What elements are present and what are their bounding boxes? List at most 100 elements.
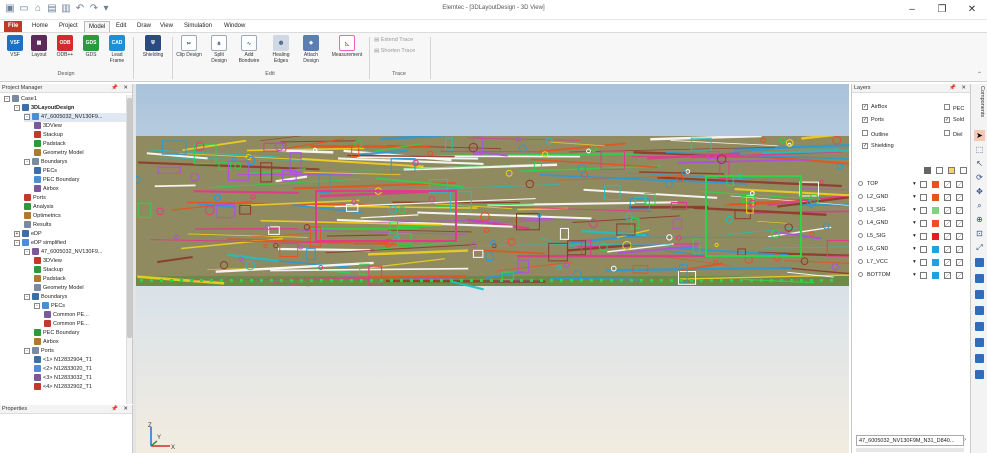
menu-edit[interactable]: Edit [112,21,130,32]
tree-node[interactable]: - Case1 [4,95,126,104]
minimize-button[interactable]: – [897,0,927,20]
layer-dropdown-icon[interactable]: ▾ [913,218,916,229]
layer-dropdown-icon[interactable]: ▾ [913,192,916,203]
tree-node[interactable]: 3DView [34,122,126,131]
gds-button[interactable]: GDS GDS [78,35,104,71]
tree-node[interactable]: - Boundarys [24,293,126,302]
add-bondwire-button[interactable]: ∿ Add Bondwire [236,35,262,71]
layer-hatch-toggle[interactable] [944,272,951,279]
layer-option-checkbox[interactable]: PEC [944,104,964,112]
pin-icon[interactable]: 📌 [111,84,118,93]
select-region-icon[interactable]: ⬚ [974,144,985,155]
tree-node[interactable]: - 3DLayoutDesign [14,104,126,113]
extend-trace-button[interactable]: ▤ Extend Trace [374,36,413,45]
layer-radio[interactable] [858,220,863,226]
close-icon[interactable]: ✕ [961,84,966,93]
maximize-button[interactable]: ❐ [927,0,957,20]
layer-hatch-toggle[interactable] [956,259,963,266]
select-arrow-icon[interactable]: ➤ [974,130,985,141]
split-design-button[interactable]: ⋔ Split Design [206,35,232,71]
layer-radio[interactable] [858,207,863,213]
layer-option-checkbox[interactable]: ✓ Ports [862,117,884,123]
layer-radio[interactable] [858,259,863,265]
layer-visible-toggle[interactable] [920,207,927,214]
healing-edges-button[interactable]: ◍ Healing Edges [268,35,294,71]
collapse-icon[interactable]: - [4,95,10,102]
view-left-icon[interactable] [975,306,984,315]
tree-node[interactable]: Ports [24,194,126,203]
tree-node[interactable]: Padstack [34,275,126,284]
layer-dropdown-icon[interactable]: ▾ [913,205,916,216]
layer-hatch-toggle[interactable] [944,220,951,227]
collapse-icon[interactable]: - [24,347,30,354]
layer-hatch-toggle[interactable] [956,220,963,227]
tree-node[interactable]: Optimetrics [24,212,126,221]
checkbox-icon[interactable]: ✓ [862,104,868,110]
layer-visible-toggle[interactable] [920,259,927,266]
view-top-icon[interactable] [975,338,984,347]
3d-viewport[interactable]: X Z Y [136,84,849,453]
layer-row[interactable]: L7_VCC ▾ [858,257,968,268]
layer-option-checkbox[interactable]: ✓ Sold [944,117,964,123]
pin-icon[interactable]: 📌 [111,405,118,414]
layer-visible-toggle[interactable] [920,246,927,253]
menu-file[interactable]: File [4,21,23,32]
layer-color-swatch[interactable] [932,233,939,240]
checkbox-icon[interactable]: ✓ [862,117,868,123]
checkbox-icon[interactable] [944,104,950,110]
view-perspective-icon[interactable] [975,370,984,379]
tree-node[interactable]: Common PE... [44,311,126,320]
tree-node[interactable]: PEC Boundary [34,329,126,338]
view-iso-icon[interactable] [975,258,984,267]
tree-node[interactable]: - Ports [24,347,126,356]
lead-frame-button[interactable]: CAD Lead Frame [104,35,130,71]
tree-node[interactable]: - eDP simplified [14,239,126,248]
collapse-icon[interactable]: - [14,104,20,111]
zoom-icon[interactable]: ⌕ [974,200,985,211]
layer-hatch-toggle[interactable] [956,181,963,188]
collapse-icon[interactable]: - [24,248,30,255]
layer-hatch-toggle[interactable] [956,246,963,253]
tree-node[interactable]: Geometry Model [34,149,126,158]
layer-hatch-toggle[interactable] [944,194,951,201]
layer-color-swatch[interactable] [932,246,939,253]
layer-hatch-toggle[interactable] [956,233,963,240]
layer-hatch-toggle[interactable] [944,259,951,266]
tree-node[interactable]: Common PE... [44,320,126,329]
layer-row[interactable]: BOTTOM ▾ [858,270,968,281]
tree-node[interactable]: Stackup [34,266,126,275]
view-back-icon[interactable] [975,290,984,299]
layer-hatch-toggle[interactable] [944,181,951,188]
layer-hatch-toggle[interactable] [956,194,963,201]
collapse-icon[interactable]: - [34,302,40,309]
layer-row[interactable]: TOP ▾ [858,179,968,190]
measurement-button[interactable]: ◺ Measurement [328,35,366,71]
tree-node[interactable]: <1> N12832904_T1 [34,356,126,365]
menu-model[interactable]: Model [84,21,111,32]
tree-node[interactable]: - 47_6005032_NV130F9... [24,113,126,122]
tree-node[interactable]: - Boundarys [24,158,126,167]
collapse-ribbon-icon[interactable]: ⌃ [977,71,982,78]
attach-design-button[interactable]: ◆ Attach Design [298,35,324,71]
scrollbar-thumb[interactable] [127,98,132,338]
layer-option-checkbox[interactable]: ✓ Shielding [862,143,894,149]
rotate-icon[interactable]: ⟳ [974,172,985,183]
pcb-board-render[interactable] [136,136,849,346]
components-side-tab[interactable]: Components [973,86,985,126]
close-button[interactable]: ✕ [957,0,987,20]
tree-node[interactable]: <3> N12833032_T1 [34,374,126,383]
layer-color-swatch[interactable] [932,181,939,188]
layer-row[interactable]: L5_SIG ▾ [858,231,968,242]
layer-radio[interactable] [858,194,863,200]
zoom-fit-icon[interactable]: ⊕ [974,214,985,225]
pan-icon[interactable]: ✥ [974,186,985,197]
tree-node[interactable]: Analysis [24,203,126,212]
tree-node[interactable]: PECs [34,167,126,176]
tree-node[interactable]: PEC Boundary [34,176,126,185]
layout-button[interactable]: ▦ Layout [26,35,52,71]
layer-color-swatch[interactable] [932,220,939,227]
layer-option-checkbox[interactable]: ✓ AirBox [862,104,887,110]
odb-button[interactable]: ODB ODB++ [52,35,78,71]
tree-node[interactable]: Results [24,221,126,230]
tree-node[interactable]: Stackup [34,131,126,140]
